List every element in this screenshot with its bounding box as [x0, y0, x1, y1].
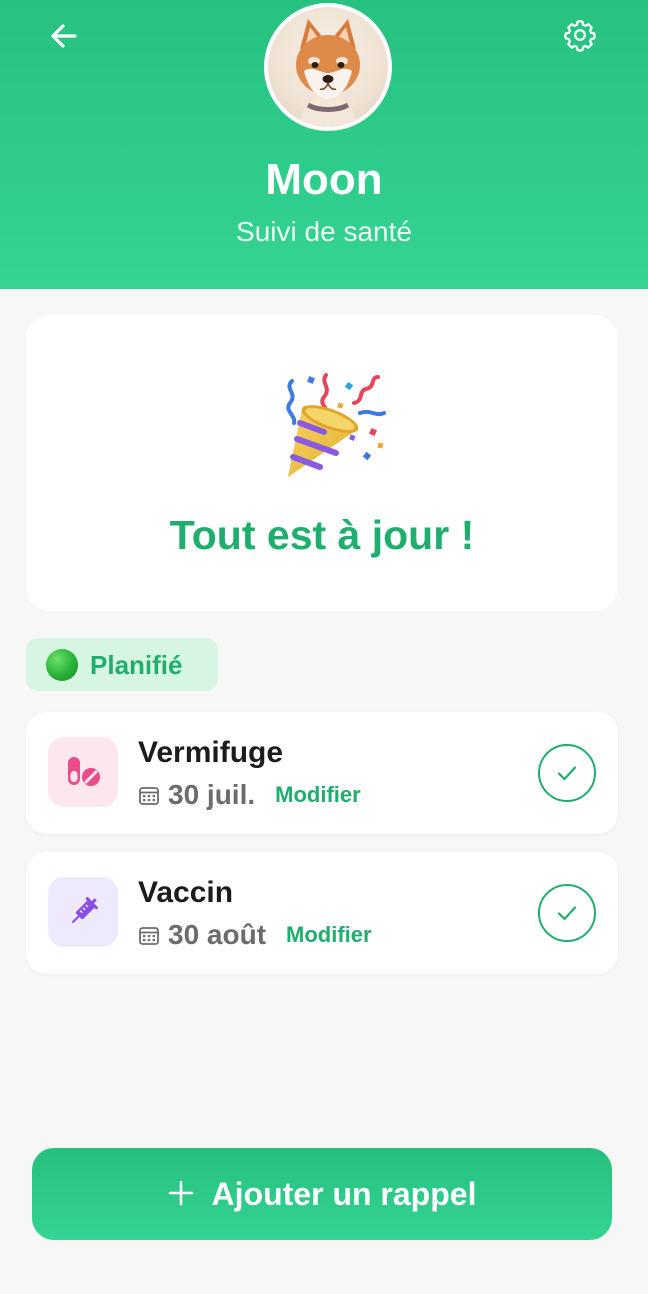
edit-reminder-link[interactable]: Modifier — [275, 777, 361, 813]
reminder-date: 30 juil. — [168, 779, 256, 810]
calendar-icon — [139, 927, 159, 945]
status-message: Tout est à jour ! — [169, 512, 475, 558]
pill-icon — [48, 737, 118, 807]
section-badge-planned: Planifié — [26, 638, 218, 691]
party-popper-icon — [286, 373, 386, 477]
mark-done-button[interactable] — [538, 744, 596, 802]
status-card: Tout est à jour ! — [26, 315, 618, 611]
syringe-icon — [48, 877, 118, 947]
pet-name: Moon — [265, 155, 383, 204]
profile-header: Moon Suivi de santé — [0, 0, 648, 289]
pet-avatar — [264, 3, 392, 131]
reminder-title: Vaccin — [138, 876, 234, 909]
edit-reminder-link[interactable]: Modifier — [286, 917, 372, 953]
add-reminder-label: Ajouter un rappel — [211, 1176, 477, 1212]
reminder-meta: 30 août Modifier — [138, 917, 372, 953]
settings-button[interactable] — [556, 13, 604, 57]
gear-icon — [564, 20, 596, 52]
arrow-left-icon — [51, 24, 77, 48]
check-icon — [557, 766, 577, 781]
reminder-title: Vermifuge — [138, 736, 284, 769]
page-subtitle: Suivi de santé — [236, 216, 412, 247]
section-label: Planifié — [90, 649, 183, 680]
calendar-icon — [139, 787, 159, 805]
reminder-card[interactable]: Vaccin 30 août Modifier — [26, 852, 618, 974]
add-reminder-button[interactable]: Ajouter un rappel — [32, 1148, 612, 1240]
back-button[interactable] — [40, 14, 88, 58]
mark-done-button[interactable] — [538, 884, 596, 942]
reminder-meta: 30 juil. Modifier — [138, 777, 361, 813]
green-circle-icon — [46, 648, 78, 681]
plus-icon — [168, 1174, 194, 1214]
reminder-date: 30 août — [168, 919, 267, 950]
check-icon — [557, 906, 577, 921]
reminder-card[interactable]: Vermifuge 30 juil. Modifier — [26, 712, 618, 834]
